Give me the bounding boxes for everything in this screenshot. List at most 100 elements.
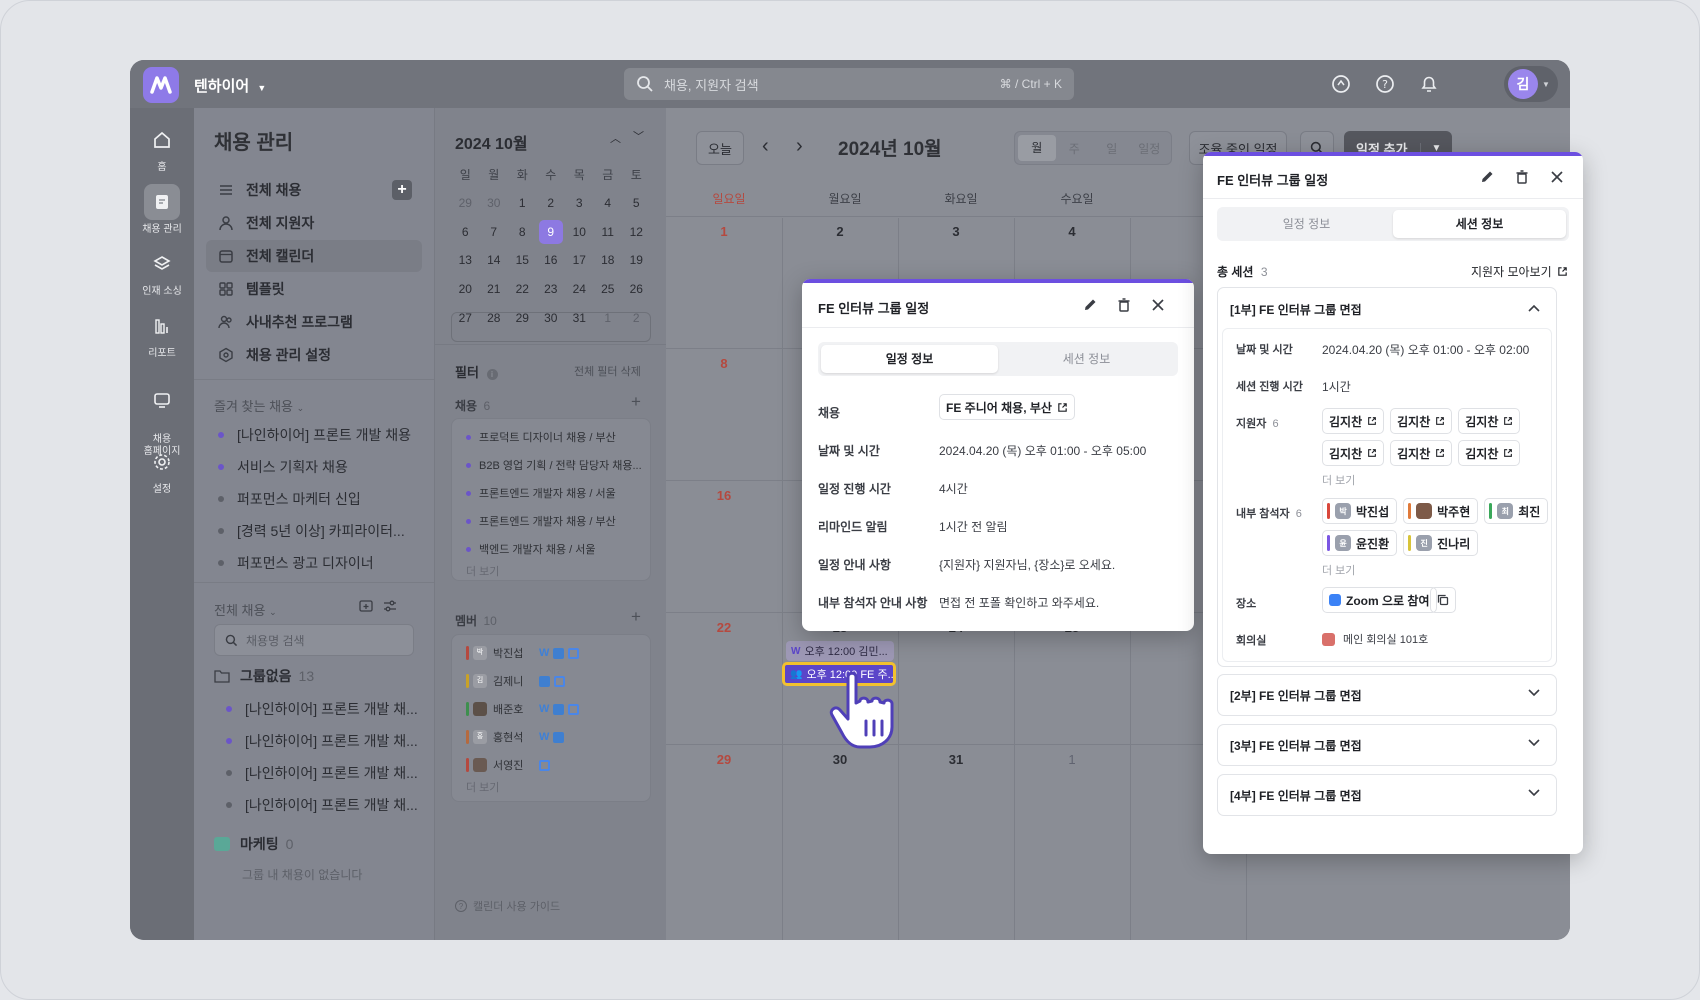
applicant-chip[interactable]: 김지찬 [1458, 408, 1521, 434]
copy-button[interactable] [1430, 587, 1456, 613]
chat-icon[interactable] [1330, 73, 1352, 95]
add-job-filter-button[interactable]: + [631, 392, 641, 412]
attendee-chip[interactable]: 박주현 [1403, 498, 1479, 524]
session-accordion[interactable]: [2부] FE 인터뷰 그룹 면접 [1217, 674, 1557, 716]
applicant-chip[interactable]: 김지찬 [1458, 440, 1521, 466]
calendar-day[interactable]: 22 [661, 620, 787, 635]
mini-day[interactable]: 19 [622, 253, 651, 267]
tab-session-info[interactable]: 세션 정보 [998, 345, 1175, 373]
mini-day[interactable]: 2 [622, 311, 651, 325]
trash-icon[interactable] [1514, 169, 1530, 185]
folder-add-icon[interactable] [358, 598, 374, 614]
mini-day[interactable]: 25 [594, 282, 623, 296]
show-more-members[interactable]: 더 보기 [452, 779, 650, 801]
show-more-attendees[interactable]: 더 보기 [1322, 562, 1355, 578]
favorites-header[interactable]: 즐겨 찾는 채용 ⌄ [214, 396, 304, 415]
attendee-chip[interactable]: 윤 윤진환 [1322, 530, 1398, 556]
applicants-overview-link[interactable]: 지원자 모아보기 [1471, 263, 1568, 280]
mini-day[interactable]: 3 [565, 196, 594, 210]
clear-filter-button[interactable]: 전체 필터 삭제 [574, 363, 641, 379]
mini-day[interactable]: 11 [594, 225, 623, 239]
calendar-day[interactable]: 16 [661, 488, 787, 503]
mini-day[interactable]: 23 [537, 282, 566, 296]
member-filter-item[interactable]: 배준호 W [452, 695, 650, 723]
attendee-chip[interactable]: 박 박진섭 [1322, 498, 1398, 524]
favorite-item[interactable]: [경력 5년 이상] 카피라이터... [218, 521, 405, 541]
mini-day[interactable]: 30 [480, 196, 509, 210]
mini-day[interactable]: 27 [451, 311, 480, 325]
calendar-day[interactable]: 30 [777, 752, 903, 767]
app-logo[interactable] [143, 67, 179, 103]
job-search-input[interactable]: 채용명 검색 [214, 624, 414, 656]
show-more-applicants[interactable]: 더 보기 [1322, 472, 1355, 488]
mini-day[interactable]: 8 [508, 225, 537, 239]
job-filter-item[interactable]: 백엔드 개발자 채용 / 서울 [452, 535, 650, 563]
group-item[interactable]: [나인하이어] 프론트 개발 채... [226, 795, 418, 815]
nav-settings[interactable]: 채용 관리 설정 [206, 339, 422, 371]
member-filter-item[interactable]: 홍 홍현석 W [452, 723, 650, 751]
member-filter-item[interactable]: 김 김제니 [452, 667, 650, 695]
calendar-day[interactable]: 2 [777, 224, 903, 239]
company-switcher[interactable]: 텐하이어 ▼ [194, 75, 266, 96]
mini-day[interactable]: 1 [508, 196, 537, 210]
nav-all-applicants[interactable]: 전체 지원자 [206, 207, 422, 239]
applicant-chip[interactable]: 김지찬 [1390, 440, 1453, 466]
member-filter-item[interactable]: 서영진 [452, 751, 650, 779]
today-button[interactable]: 오늘 [696, 131, 744, 165]
chevron-down-icon[interactable]: ﹀ [633, 128, 644, 144]
calendar-day[interactable]: 29 [661, 752, 787, 767]
chevron-right-icon[interactable]: › [796, 135, 803, 158]
favorite-item[interactable]: 서비스 기획자 채용 [218, 457, 348, 477]
mini-day[interactable]: 26 [622, 282, 651, 296]
applicant-chip[interactable]: 김지찬 [1322, 440, 1385, 466]
calendar-day[interactable]: 4 [1009, 224, 1135, 239]
view-day[interactable]: 일 [1093, 140, 1131, 157]
rail-report[interactable]: 리포트 [130, 308, 194, 360]
attendee-chip[interactable]: 최 최진 [1484, 498, 1549, 524]
add-job-button[interactable]: + [392, 180, 412, 200]
group-none[interactable]: 그룹없음 13 [214, 666, 314, 686]
applicant-chip[interactable]: 김지찬 [1390, 408, 1453, 434]
mini-day[interactable]: 10 [565, 225, 594, 239]
mini-day[interactable]: 14 [480, 253, 509, 267]
calendar-day[interactable]: 1 [661, 224, 787, 239]
mini-day[interactable]: 15 [508, 253, 537, 267]
mini-day[interactable]: 7 [480, 225, 509, 239]
tab-schedule-info[interactable]: 일정 정보 [821, 345, 998, 373]
nav-templates[interactable]: 템플릿 [206, 273, 422, 305]
chevron-left-icon[interactable]: ‹ [762, 135, 769, 158]
member-filter-item[interactable]: 박 박진섭 W [452, 639, 650, 667]
mini-day[interactable]: 21 [480, 282, 509, 296]
mini-day[interactable]: 24 [565, 282, 594, 296]
chevron-up-icon[interactable] [1528, 304, 1540, 312]
calendar-event[interactable]: W 오후 12:00 김민... [786, 641, 894, 661]
nav-referral[interactable]: 사내추천 프로그램 [206, 306, 422, 338]
mini-day[interactable]: 20 [451, 282, 480, 296]
calendar-day[interactable]: 31 [893, 752, 1019, 767]
calendar-day[interactable]: 1 [1009, 752, 1135, 767]
sliders-icon[interactable] [382, 598, 398, 614]
tab-session-info[interactable]: 세션 정보 [1393, 210, 1566, 238]
group-item[interactable]: [나인하이어] 프론트 개발 채... [226, 699, 418, 719]
mini-day[interactable]: 29 [451, 196, 480, 210]
mini-day[interactable]: 2 [537, 196, 566, 210]
show-more-jobs[interactable]: 더 보기 [452, 563, 650, 585]
mini-day[interactable]: 1 [594, 311, 623, 325]
trash-icon[interactable] [1116, 297, 1132, 313]
help-icon[interactable]: ? [1374, 73, 1396, 95]
job-filter-item[interactable]: 프로덕트 디자이너 채용 / 부산 [452, 423, 650, 451]
mini-day[interactable]: 6 [451, 225, 480, 239]
rail-sourcing[interactable]: 인재 소싱 [130, 246, 194, 298]
calendar-guide-link[interactable]: ? 캘린더 사용 가이드 [455, 898, 560, 914]
view-schedule[interactable]: 일정 [1131, 140, 1169, 157]
job-filter-item[interactable]: 프론트엔드 개발자 채용 / 서울 [452, 479, 650, 507]
group-item[interactable]: [나인하이어] 프론트 개발 채... [226, 731, 418, 751]
favorite-item[interactable]: [나인하이어] 프론트 개발 채용 [218, 425, 411, 445]
calendar-day[interactable]: 3 [893, 224, 1019, 239]
mini-day[interactable]: 16 [537, 253, 566, 267]
edit-icon[interactable] [1082, 297, 1098, 313]
rail-recruit[interactable]: 채용 관리 [130, 184, 194, 236]
mini-day[interactable]: 12 [622, 225, 651, 239]
view-week[interactable]: 주 [1056, 140, 1094, 157]
tab-schedule-info[interactable]: 일정 정보 [1220, 210, 1393, 238]
